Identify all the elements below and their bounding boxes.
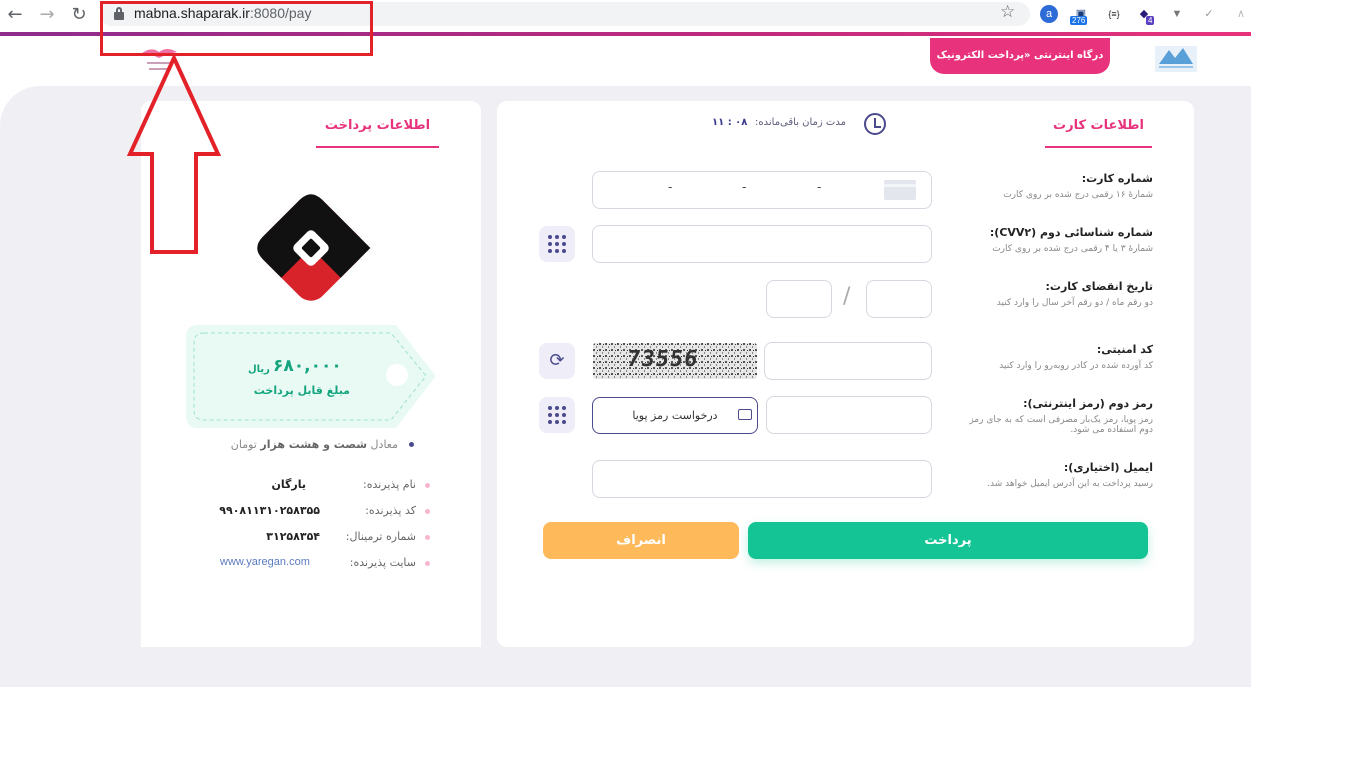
pay-button[interactable]: پرداخت — [748, 522, 1148, 559]
amount-in-words: معادل شصت و هشت هزار تومان — [230, 438, 398, 451]
card-dash-1: - — [817, 180, 822, 194]
tab-card-info[interactable]: اطلاعات کارت — [1045, 103, 1152, 148]
email-input[interactable] — [592, 460, 932, 498]
terminal-number-value: ۳۱۲۵۸۳۵۴ — [266, 530, 320, 543]
otp-hint: رمز پویا، رمز یک‌بار مصرفی است که به جای… — [969, 415, 1153, 435]
timer-value: ۱۱ : ۰۸ — [712, 117, 748, 128]
cvv2-label: شماره شناسائی دوم (CVV۲): — [989, 226, 1153, 239]
merchant-bullet — [425, 561, 430, 566]
card-number-hint: شمارهٔ ۱۶ رقمی درج شده بر روی کارت — [1003, 190, 1153, 200]
expiry-year-input[interactable] — [766, 280, 832, 318]
clock-icon — [864, 113, 886, 135]
credit-card-icon — [884, 180, 916, 200]
captcha-input[interactable] — [764, 342, 932, 380]
receipt-zigzag-edge — [141, 627, 481, 647]
shaparak-logo — [1155, 46, 1197, 72]
merchant-name-label: نام پذیرنده: — [363, 478, 416, 491]
merchant-code-value: ۹۹۰۸۱۱۳۱۰۲۵۸۳۵۵ — [219, 504, 320, 517]
amount-label: مبلغ قابل پرداخت — [253, 384, 350, 397]
cvv2-hint: شمارهٔ ۳ یا ۴ رقمی درج شده بر روی کارت — [992, 244, 1153, 254]
forward-arrow-icon[interactable]: → — [36, 4, 58, 26]
merchant-bullet — [425, 509, 430, 514]
merchant-site-link[interactable]: www.yaregan.com — [220, 556, 310, 568]
cancel-button[interactable]: انصراف — [543, 522, 739, 559]
extension-json-icon[interactable]: {≡} — [1104, 5, 1124, 23]
captcha-image: 73556 — [593, 343, 757, 379]
extension-a-icon[interactable]: a — [1040, 5, 1058, 23]
card-dash-3: - — [668, 180, 673, 194]
merchant-bullet — [425, 535, 430, 540]
annotation-highlight-box — [100, 1, 373, 56]
captcha-refresh-button[interactable]: ⟳ — [539, 343, 575, 379]
request-otp-label: درخواست رمز پویا — [632, 409, 718, 422]
captcha-text: 73556 — [625, 347, 700, 372]
cvv2-input[interactable] — [592, 225, 932, 263]
card-number-input[interactable] — [592, 171, 932, 209]
extension-badge: 276 — [1070, 16, 1088, 25]
expiry-hint: دو رقم ماه / دو رقم آخر سال را وارد کنید — [996, 298, 1153, 308]
reload-icon[interactable]: ↻ — [68, 4, 90, 26]
merchant-name-value: یارگان — [271, 478, 306, 491]
keypad-icon — [548, 235, 566, 253]
merchant-logo — [257, 194, 371, 301]
virtual-keypad-button-otp[interactable] — [539, 397, 575, 433]
merchant-bullet — [425, 483, 430, 488]
expiry-separator: / — [843, 284, 851, 309]
email-hint: رسید پرداخت به این آدرس ایمیل خواهد شد. — [987, 479, 1153, 489]
timer-label: مدت زمان باقی‌مانده: — [755, 117, 846, 128]
captcha-hint: کد آورده شده در کادر روبه‌رو را وارد کنی… — [999, 361, 1153, 371]
merchant-site-label: سایت پذیرنده: — [349, 556, 416, 569]
tab-payment-info[interactable]: اطلاعات پرداخت — [316, 103, 439, 148]
request-otp-button[interactable]: درخواست رمز پویا — [592, 397, 758, 434]
amount-tag — [186, 325, 436, 428]
expiry-label: تاریخ انقضای کارت: — [1045, 280, 1154, 293]
envelope-icon — [738, 409, 752, 420]
card-number-label: شماره کارت: — [1081, 172, 1153, 185]
amount-value: ۶۸۰,۰۰۰ — [273, 356, 342, 376]
captcha-label: کد امنیتی: — [1096, 343, 1153, 356]
amount-unit: ریال — [248, 364, 270, 375]
gateway-title-banner: درگاه اینترنتی «پرداخت الکترونیک سپهر» — [930, 38, 1110, 97]
words-bullet — [409, 442, 414, 447]
refresh-icon: ⟳ — [549, 350, 565, 371]
terminal-number-label: شماره ترمینال: — [345, 530, 416, 543]
back-arrow-icon[interactable]: ← — [4, 4, 26, 26]
bookmark-star-icon[interactable]: ☆ — [1000, 2, 1015, 22]
keypad-icon — [548, 406, 566, 424]
otp-label: رمز دوم (رمز اینترنتی): — [1023, 397, 1153, 410]
annotation-arrow-icon — [126, 56, 222, 254]
extension-check-icon[interactable]: ✓ — [1200, 5, 1218, 23]
extension-mountain-icon[interactable]: ∧ — [1232, 5, 1250, 23]
card-dash-2: - — [742, 180, 747, 194]
email-label: ایمیل (اختیاری): — [1063, 461, 1153, 474]
extension-badge-2: 4 — [1146, 16, 1155, 25]
virtual-keypad-button-cvv2[interactable] — [539, 226, 575, 262]
otp-input[interactable] — [766, 396, 932, 434]
merchant-code-label: کد پذیرنده: — [365, 504, 416, 517]
extension-v-icon[interactable]: ▼ — [1168, 5, 1186, 23]
expiry-month-input[interactable] — [866, 280, 932, 318]
